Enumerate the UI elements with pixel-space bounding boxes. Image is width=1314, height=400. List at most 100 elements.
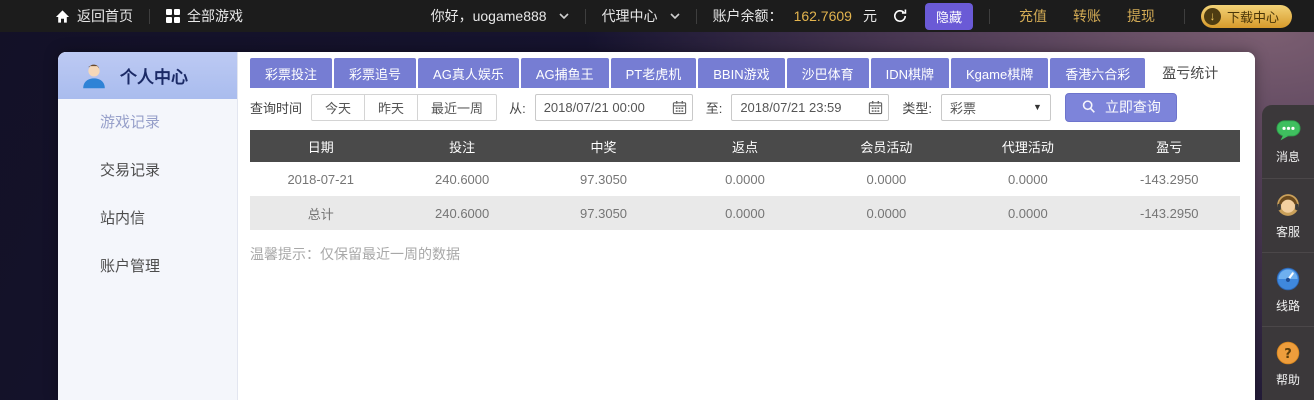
range-yesterday-button[interactable]: 昨天 [365, 94, 418, 121]
balance-value: 162.7609 [794, 8, 852, 24]
recharge-link[interactable]: 充值 [1019, 6, 1047, 26]
type-select[interactable]: 彩票 ▼ [941, 94, 1051, 121]
content-card: 个人中心 游戏记录 交易记录 站内信 账户管理 彩票投注 彩票追号 AG真人娱乐… [58, 52, 1255, 400]
all-games-link[interactable]: 全部游戏 [166, 6, 243, 26]
cell-agent-activity: 0.0000 [957, 196, 1098, 230]
divider [989, 9, 990, 24]
rail-label: 线路 [1276, 297, 1300, 314]
rail-label: 帮助 [1276, 371, 1300, 388]
rail-label: 客服 [1276, 223, 1300, 240]
tab-bbin[interactable]: BBIN游戏 [698, 58, 784, 88]
col-win: 中奖 [533, 130, 674, 162]
col-member-activity: 会员活动 [816, 130, 957, 162]
rail-item-customer-service[interactable]: 客服 [1262, 179, 1314, 253]
withdraw-link[interactable]: 提现 [1127, 6, 1155, 26]
cell-total-label: 总计 [250, 196, 391, 230]
download-center-label: 下载中心 [1227, 7, 1279, 26]
cell-win: 97.3050 [533, 162, 674, 196]
rail-item-lines[interactable]: 线路 [1262, 253, 1314, 327]
sidebar-item-game-records[interactable]: 游戏记录 [58, 99, 237, 147]
user-menu[interactable]: 你好，uogame888 [431, 6, 569, 26]
from-date-wrap [535, 94, 693, 121]
to-date-wrap [731, 94, 889, 121]
balance-label: 账户余额： [713, 6, 783, 26]
tab-pt-slots[interactable]: PT老虎机 [611, 58, 697, 88]
query-now-label: 立即查询 [1105, 97, 1161, 117]
calendar-icon[interactable] [672, 100, 687, 115]
sidebar: 个人中心 游戏记录 交易记录 站内信 账户管理 [58, 52, 238, 400]
greeting-label: 你好，uogame888 [431, 6, 547, 26]
tab-ag-fishing[interactable]: AG捕鱼王 [521, 58, 609, 88]
range-today-button[interactable]: 今天 [311, 94, 365, 121]
type-label: 类型: [902, 98, 932, 117]
cell-profit-loss: -143.2950 [1099, 196, 1240, 230]
range-last-week-button[interactable]: 最近一周 [418, 94, 497, 121]
query-now-button[interactable]: 立即查询 [1065, 93, 1177, 122]
gauge-icon [1275, 266, 1301, 292]
tab-idn-poker[interactable]: IDN棋牌 [871, 58, 949, 88]
help-icon: ? [1275, 340, 1301, 366]
table-total-row: 总计 240.6000 97.3050 0.0000 0.0000 0.0000… [250, 196, 1240, 230]
top-bar: 返回首页 全部游戏 你好，uogame888 代理中心 账户余额： 162.76… [0, 0, 1314, 32]
rail-item-help[interactable]: ? 帮助 [1262, 327, 1314, 400]
home-label: 返回首页 [77, 6, 133, 26]
balance-unit: 元 [863, 6, 877, 26]
filter-bar: 查询时间 今天 昨天 最近一周 从: [250, 88, 1240, 126]
select-arrow-icon: ▼ [1033, 102, 1042, 112]
cell-rebate: 0.0000 [674, 196, 815, 230]
calendar-icon[interactable] [868, 100, 883, 115]
tab-bar: 彩票投注 彩票追号 AG真人娱乐 AG捕鱼王 PT老虎机 BBIN游戏 沙巴体育… [250, 58, 1240, 88]
to-date-input[interactable] [731, 94, 889, 121]
to-label: 至: [706, 98, 723, 117]
from-date-input[interactable] [535, 94, 693, 121]
divider [585, 9, 586, 24]
home-link[interactable]: 返回首页 [55, 6, 133, 26]
tab-hk-marksix[interactable]: 香港六合彩 [1050, 58, 1145, 88]
transfer-link[interactable]: 转账 [1073, 6, 1101, 26]
agent-center-menu[interactable]: 代理中心 [602, 6, 680, 26]
search-icon [1081, 99, 1097, 115]
download-center-button[interactable]: ↓ 下载中心 [1201, 5, 1292, 28]
tab-ag-live[interactable]: AG真人娱乐 [418, 58, 519, 88]
sidebar-title: 个人中心 [120, 63, 188, 88]
customer-service-icon [1275, 192, 1301, 218]
cell-bet: 240.6000 [391, 196, 532, 230]
tab-lottery-bet[interactable]: 彩票投注 [250, 58, 332, 88]
cell-rebate: 0.0000 [674, 162, 815, 196]
chevron-down-icon [559, 13, 569, 19]
main-panel: 彩票投注 彩票追号 AG真人娱乐 AG捕鱼王 PT老虎机 BBIN游戏 沙巴体育… [238, 52, 1255, 400]
col-date: 日期 [250, 130, 391, 162]
grid-icon [166, 9, 180, 23]
query-time-label: 查询时间 [250, 98, 302, 117]
cell-bet: 240.6000 [391, 162, 532, 196]
divider [149, 9, 150, 24]
col-bet: 投注 [391, 130, 532, 162]
tab-kgame-poker[interactable]: Kgame棋牌 [951, 58, 1048, 88]
rail-item-messages[interactable]: 消息 [1262, 105, 1314, 179]
cell-member-activity: 0.0000 [816, 162, 957, 196]
avatar [79, 61, 109, 91]
cell-profit-loss: -143.2950 [1099, 162, 1240, 196]
tab-profit-loss-stats[interactable]: 盈亏统计 [1147, 58, 1233, 88]
sidebar-item-site-messages[interactable]: 站内信 [58, 195, 237, 243]
table-row: 2018-07-21 240.6000 97.3050 0.0000 0.000… [250, 162, 1240, 196]
retention-note: 温馨提示：仅保留最近一周的数据 [250, 244, 1240, 264]
tab-lottery-chase[interactable]: 彩票追号 [334, 58, 416, 88]
right-rail: 消息 客服 线路 ? [1262, 105, 1314, 400]
refresh-icon[interactable] [892, 8, 908, 24]
balance-group: 账户余额： 162.7609 元 隐藏 [713, 3, 973, 30]
hide-balance-button[interactable]: 隐藏 [925, 3, 973, 30]
svg-text:?: ? [1284, 346, 1292, 361]
sidebar-item-transaction-records[interactable]: 交易记录 [58, 147, 237, 195]
sidebar-item-account-management[interactable]: 账户管理 [58, 243, 237, 291]
chevron-down-icon [670, 13, 680, 19]
type-select-value: 彩票 [950, 98, 976, 117]
agent-center-label: 代理中心 [602, 6, 658, 26]
rail-label: 消息 [1276, 148, 1300, 165]
cell-member-activity: 0.0000 [816, 196, 957, 230]
profit-loss-table: 日期 投注 中奖 返点 会员活动 代理活动 盈亏 2018-07-21 240.… [250, 130, 1240, 230]
divider [696, 9, 697, 24]
tab-saba-sports[interactable]: 沙巴体育 [787, 58, 869, 88]
divider [1184, 9, 1185, 24]
cell-agent-activity: 0.0000 [957, 162, 1098, 196]
